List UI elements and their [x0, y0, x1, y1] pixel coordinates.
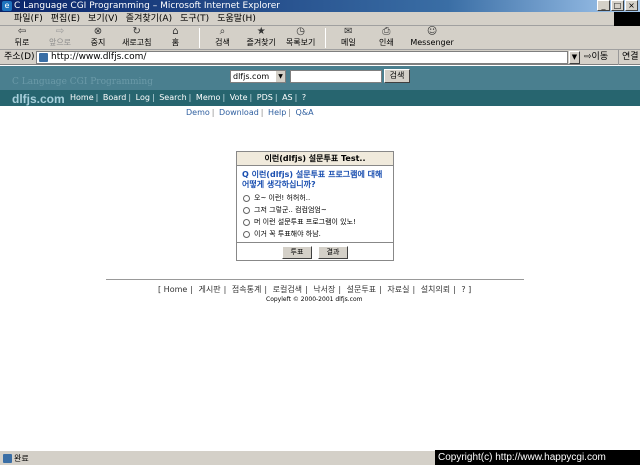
site-navbar: dlfjs.com Home | Board | Log | Search | Memo… [0, 90, 640, 106]
nav-log[interactable]: Log [136, 93, 150, 102]
site-banner: C Language CGI Programming dlfjs.com ▼ 검… [0, 66, 640, 90]
footer-link[interactable]: 설문투표 [347, 285, 376, 294]
chevron-down-icon: ▼ [276, 71, 285, 82]
favorites-button[interactable]: ★ 즐겨찾기 [246, 26, 275, 47]
window-title: C Language CGI Programming – Microsoft I… [14, 1, 280, 11]
site-logo[interactable]: dlfjs.com [12, 92, 65, 106]
menu-view[interactable]: 보기(V) [84, 12, 122, 25]
nav-pds[interactable]: PDS [257, 93, 273, 102]
poll-option[interactable]: 오~ 이런! 허허허.. [237, 192, 393, 204]
radio-button[interactable] [243, 206, 250, 214]
address-input[interactable]: http://www.dlfjs.com/ [36, 51, 568, 64]
address-dropdown-button[interactable]: ▼ [569, 51, 580, 64]
menu-favorites[interactable]: 즐겨찾기(A) [122, 12, 176, 25]
forward-arrow-icon: ⇨ [55, 26, 65, 37]
mail-icon: ✉ [344, 26, 353, 37]
toolbar: ⇦ 뒤로 ⇨ 앞으로 ⊗ 중지 ↻ 새로고침 ⌂ 홈 ⌕ 검색 ★ 즐겨찾기 ◷… [0, 26, 640, 50]
watermark: Copyright(c) http://www.happycgi.com [435, 450, 640, 465]
footer-link[interactable]: ? [461, 285, 465, 294]
menu-edit[interactable]: 편집(E) [47, 12, 84, 25]
subnav-help[interactable]: Help [268, 108, 286, 117]
refresh-button[interactable]: ↻ 새로고침 [122, 26, 151, 47]
vote-button[interactable]: 투표 [282, 246, 312, 259]
site-search-button[interactable]: 검색 [384, 69, 410, 83]
history-icon: ◷ [296, 26, 305, 37]
forward-button[interactable]: ⇨ 앞으로 [46, 26, 74, 47]
search-icon: ⌕ [219, 26, 226, 37]
subnav-download[interactable]: Download [219, 108, 259, 117]
poll-question: Q 이런(dlfjs) 설문투표 프로그램에 대해 어떻게 생각하십니까? [242, 170, 383, 189]
stop-icon: ⊗ [93, 26, 103, 37]
poll-header: 이런(dlfjs) 설문투표 Test.. [237, 152, 393, 166]
poll-actions: 투표 결과 [237, 242, 393, 260]
messenger-button[interactable]: ☺ Messenger [410, 26, 453, 47]
back-arrow-icon: ⇦ [17, 26, 27, 37]
footer-links: [ Home | 게시판 | 접속통계 | 로컬검색 | 낙서장 | 설문투표 | 자료실 |… [158, 285, 472, 294]
address-url: http://www.dlfjs.com/ [51, 52, 147, 62]
go-button[interactable]: ⇨이동 [584, 50, 608, 65]
minimize-button[interactable]: _ [597, 0, 610, 11]
status-text: 완료 [14, 454, 29, 463]
poll-box: 이런(dlfjs) 설문투표 Test.. Q 이런(dlfjs) 설문투표 프… [236, 151, 394, 261]
copyright-text: Copyleft © 2000-2001 dlfjs.com [266, 296, 363, 303]
footer-link[interactable]: 접속통계 [232, 285, 261, 294]
menu-help[interactable]: 도움말(H) [213, 12, 260, 25]
nav-board[interactable]: Board [103, 93, 127, 102]
poll-option[interactable]: 이거 꼭 투표해야 하남. [237, 228, 393, 240]
subnav-qa[interactable]: Q&A [296, 108, 314, 117]
banner-title: C Language CGI Programming [12, 77, 153, 87]
print-button[interactable]: ⎙ 인쇄 [372, 26, 400, 47]
close-button[interactable]: × [625, 0, 638, 11]
footer-link[interactable]: 자료실 [387, 285, 409, 294]
poll-option[interactable]: 그저 그렇군.. 컴컴엄엄~ [237, 204, 393, 216]
sub-navigation: Demo | Download | Help | Q&A [186, 108, 314, 117]
maximize-button[interactable]: □ [611, 0, 624, 11]
favorites-icon: ★ [256, 26, 266, 37]
nav-as[interactable]: AS [282, 93, 293, 102]
windows-logo [614, 12, 640, 26]
radio-button[interactable] [243, 194, 250, 202]
nav-vote[interactable]: Vote [230, 93, 248, 102]
search-scope-select[interactable]: dlfjs.com ▼ [230, 70, 286, 83]
nav-home[interactable]: Home [70, 93, 94, 102]
address-label: 주소(D) [4, 52, 35, 62]
footer-link[interactable]: 로컬검색 [273, 285, 302, 294]
menu-tools[interactable]: 도구(T) [176, 12, 213, 25]
footer-link[interactable]: 게시판 [199, 285, 221, 294]
radio-button[interactable] [243, 230, 250, 238]
nav-help[interactable]: ? [302, 93, 306, 102]
page-icon [39, 53, 48, 62]
back-button[interactable]: ⇦ 뒤로 [8, 26, 36, 47]
footer-link[interactable]: 설치의뢰 [421, 285, 450, 294]
home-icon: ⌂ [172, 26, 179, 37]
menu-bar: 파일(F) 편집(E) 보기(V) 즐겨찾기(A) 도구(T) 도움말(H) [0, 12, 640, 26]
nav-links: Home | Board | Log | Search | Memo | Vote | PD… [70, 93, 307, 102]
poll-option[interactable]: 머 이런 설문투표 프로그램이 있노! [237, 216, 393, 228]
subnav-demo[interactable]: Demo [186, 108, 210, 117]
nav-memo[interactable]: Memo [196, 93, 221, 102]
nav-search[interactable]: Search [159, 93, 186, 102]
messenger-icon: ☺ [426, 26, 438, 37]
menu-file[interactable]: 파일(F) [10, 12, 47, 25]
mail-button[interactable]: ✉ 메일 [334, 26, 362, 47]
history-button[interactable]: ◷ 목록보기 [286, 26, 315, 47]
page-done-icon [3, 454, 12, 463]
footer-link[interactable]: Home [164, 285, 188, 294]
divider [106, 279, 524, 280]
toolbar-divider [199, 28, 201, 48]
footer-link[interactable]: 낙서장 [313, 285, 335, 294]
search-button[interactable]: ⌕ 검색 [208, 26, 236, 47]
toolbar-divider [325, 28, 327, 48]
ie-icon: e [2, 1, 12, 11]
window-title-bar: e C Language CGI Programming – Microsoft… [0, 0, 640, 12]
print-icon: ⎙ [382, 26, 391, 37]
address-bar: 주소(D) http://www.dlfjs.com/ ▼ ⇨이동 연결 [0, 50, 640, 65]
radio-button[interactable] [243, 218, 250, 226]
refresh-icon: ↻ [132, 26, 141, 37]
site-search-input[interactable] [290, 70, 382, 83]
stop-button[interactable]: ⊗ 중지 [84, 26, 112, 47]
home-button[interactable]: ⌂ 홈 [161, 26, 189, 47]
result-button[interactable]: 결과 [318, 246, 348, 259]
links-button[interactable]: 연결 [618, 50, 639, 65]
